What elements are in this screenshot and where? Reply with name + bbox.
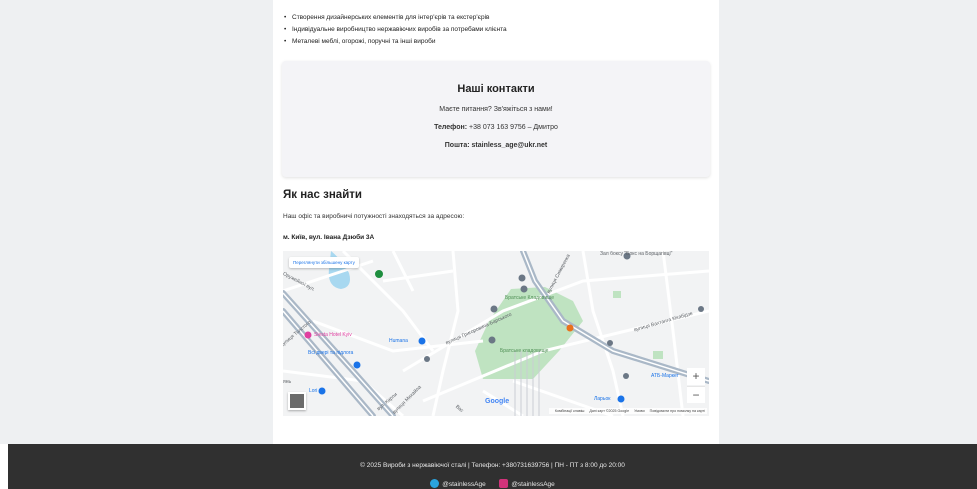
contacts-subtitle: Маєте питання? Зв'яжіться з нами! bbox=[439, 106, 553, 113]
services-list: Створення дизайнерських елементів для ін… bbox=[283, 12, 507, 48]
find-us-title: Як нас знайти bbox=[283, 189, 362, 201]
contacts-email: Пошта: stainless_age@ukr.net bbox=[282, 142, 710, 149]
map-label: Ларьок bbox=[594, 396, 611, 402]
view-larger-map-link[interactable]: Переглянути збільшену карту bbox=[289, 257, 359, 268]
find-us-text: Наш офіс та виробничі потужності знаходя… bbox=[283, 213, 465, 220]
email-value[interactable]: stainless_age@ukr.net bbox=[472, 142, 548, 149]
list-item: Індивідуальне виробництво нержавіючих ви… bbox=[283, 24, 507, 36]
map-label: Humana bbox=[389, 338, 408, 344]
footer-social: @stainlessAge @stainlessAge bbox=[8, 479, 977, 488]
terms-link[interactable]: Умови bbox=[634, 409, 645, 413]
phone-label: Телефон: bbox=[434, 124, 468, 131]
list-item: Створення дизайнерських елементів для ін… bbox=[283, 12, 507, 24]
telegram-link[interactable]: @stainlessAge bbox=[442, 481, 485, 488]
email-label: Пошта: bbox=[444, 142, 470, 149]
telegram-icon[interactable] bbox=[430, 479, 440, 488]
instagram-link[interactable]: @stainlessAge bbox=[511, 481, 554, 488]
site-footer: © 2025 Вироби з нержавіючої сталі | Теле… bbox=[8, 444, 977, 489]
address: м. Київ, вул. Івана Дзюби 3А bbox=[283, 234, 375, 241]
map-label: Siesta Hotel Kyiv bbox=[314, 332, 352, 338]
map-label: АТБ-Маркет bbox=[651, 373, 679, 379]
map-label: Братське Кладовище bbox=[505, 295, 555, 301]
instagram-icon[interactable] bbox=[499, 479, 509, 488]
zoom-out-button[interactable]: − bbox=[687, 386, 705, 403]
contacts-phone: Телефон: +38 073 163 9756 – Дмитро bbox=[282, 124, 710, 131]
zoom-in-button[interactable]: + bbox=[687, 368, 705, 385]
map-label: Зал боксу "Бокс на Борщагівці" bbox=[600, 251, 673, 257]
contacts-card: Наші контакти Маєте питання? Зв'яжіться … bbox=[282, 61, 710, 177]
google-logo-text: Google bbox=[485, 398, 510, 405]
embedded-map[interactable]: Зал боксу "Бокс на Борщагівці" Братське … bbox=[283, 251, 709, 416]
map-attribution: Комбінації клавіш Дані карт ©2025 Google… bbox=[548, 408, 707, 414]
map-data-text: Дані карт ©2025 Google bbox=[589, 409, 630, 413]
contacts-title: Наші контакти bbox=[457, 83, 535, 95]
satellite-thumbnail[interactable] bbox=[288, 392, 306, 410]
list-item: Металеві меблі, огорожі, поручні та інші… bbox=[283, 36, 507, 48]
footer-gutter bbox=[0, 444, 8, 489]
map-label: Всі двері та підлога bbox=[308, 350, 354, 356]
map-label: янь bbox=[283, 379, 292, 385]
report-error-link[interactable]: Повідомити про помилку на карті bbox=[650, 409, 705, 413]
keyboard-shortcuts-link[interactable]: Комбінації клавіш bbox=[555, 409, 585, 413]
map-label: Братське кладовище bbox=[500, 348, 549, 354]
content-page: Створення дизайнерських елементів для ін… bbox=[273, 0, 719, 444]
phone-value[interactable]: +38 073 163 9756 – Дмитро bbox=[469, 124, 558, 131]
google-logo: Google bbox=[485, 398, 509, 405]
footer-copyright: © 2025 Вироби з нержавіючої сталі | Теле… bbox=[360, 462, 625, 469]
map-label: Lori bbox=[309, 388, 318, 394]
